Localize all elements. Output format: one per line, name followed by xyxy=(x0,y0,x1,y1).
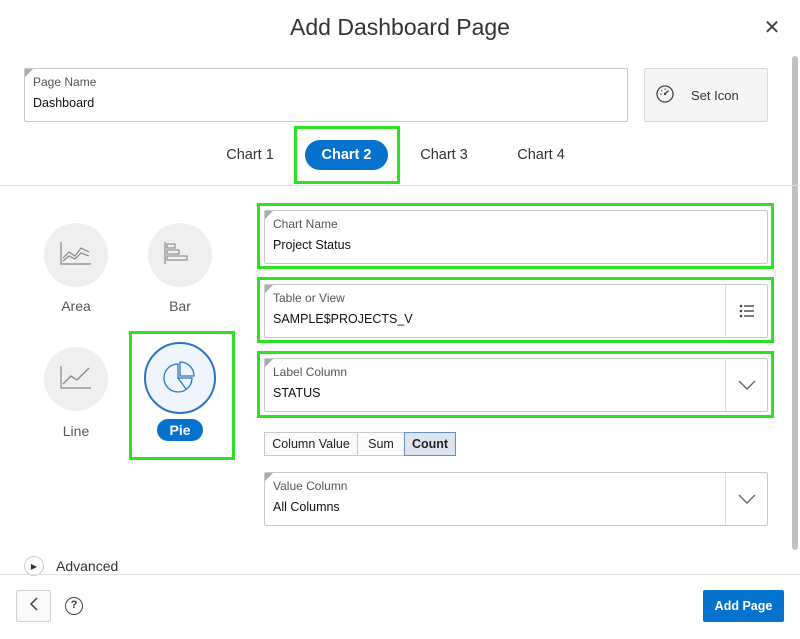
aggregation-count[interactable]: Count xyxy=(404,432,456,456)
list-icon[interactable] xyxy=(725,285,767,337)
chart-type-bar[interactable] xyxy=(148,223,212,287)
advanced-toggle[interactable]: ▶ Advanced xyxy=(24,556,118,576)
close-icon[interactable]: ✕ xyxy=(760,16,784,40)
page-name-field[interactable]: Page Name Dashboard xyxy=(24,68,628,122)
tab-chart-1[interactable]: Chart 1 xyxy=(218,140,282,170)
add-page-button[interactable]: Add Page xyxy=(703,590,784,622)
set-icon-label: Set Icon xyxy=(691,87,739,103)
bar-chart-icon xyxy=(163,240,197,271)
chart-type-pie-label: Pie xyxy=(157,419,203,441)
page-name-value[interactable]: Dashboard xyxy=(33,96,94,110)
chart-type-area-label: Area xyxy=(61,298,91,314)
chart-type-pie[interactable] xyxy=(144,342,216,414)
dialog-title: Add Dashboard Page xyxy=(290,14,510,40)
chart-name-label: Chart Name xyxy=(273,217,338,231)
footer-divider xyxy=(0,574,800,575)
tab-chart-2[interactable]: Chart 2 xyxy=(305,140,388,170)
area-chart-icon xyxy=(59,240,93,271)
help-icon[interactable]: ? xyxy=(65,597,83,615)
pie-chart-icon xyxy=(163,359,197,398)
tab-chart-4[interactable]: Chart 4 xyxy=(509,140,573,170)
line-chart-icon xyxy=(59,364,93,395)
chart-type-area[interactable] xyxy=(44,223,108,287)
speedometer-icon xyxy=(655,84,675,107)
page-name-label: Page Name xyxy=(33,75,97,89)
advanced-label: Advanced xyxy=(56,558,119,574)
add-dashboard-page-dialog: Add Dashboard Page ✕ Page Name Dashboard… xyxy=(0,0,800,639)
expand-triangle-icon: ▶ xyxy=(24,556,44,576)
tab-chart-3[interactable]: Chart 3 xyxy=(412,140,476,170)
set-icon-button[interactable]: Set Icon xyxy=(644,68,768,122)
back-button[interactable] xyxy=(16,590,51,622)
table-or-view-label: Table or View xyxy=(273,291,345,305)
table-or-view-field[interactable]: Table or View SAMPLE$PROJECTS_V xyxy=(264,284,768,338)
value-column-label: Value Column xyxy=(273,479,348,493)
label-column-select[interactable]: Label Column STATUS xyxy=(264,358,768,412)
chart-name-field[interactable]: Chart Name Project Status xyxy=(264,210,768,264)
chart-tabs: Chart 1 Chart 2 Chart 3 Chart 4 xyxy=(0,140,800,170)
label-column-value: STATUS xyxy=(273,386,321,400)
chevron-down-icon[interactable] xyxy=(725,473,767,525)
chart-name-value[interactable]: Project Status xyxy=(273,238,351,252)
scrollbar[interactable] xyxy=(792,56,798,550)
chevron-left-icon xyxy=(29,596,39,616)
table-or-view-value[interactable]: SAMPLE$PROJECTS_V xyxy=(273,312,413,326)
chart-type-line[interactable] xyxy=(44,347,108,411)
aggregation-sum[interactable]: Sum xyxy=(357,432,405,456)
aggregation-column-value[interactable]: Column Value xyxy=(264,432,358,456)
value-column-value: All Columns xyxy=(273,500,340,514)
value-column-select[interactable]: Value Column All Columns xyxy=(264,472,768,526)
chart-type-line-label: Line xyxy=(62,423,90,439)
chevron-down-icon[interactable] xyxy=(725,359,767,411)
divider xyxy=(0,185,800,186)
chart-type-bar-label: Bar xyxy=(169,298,191,314)
label-column-label: Label Column xyxy=(273,365,348,379)
